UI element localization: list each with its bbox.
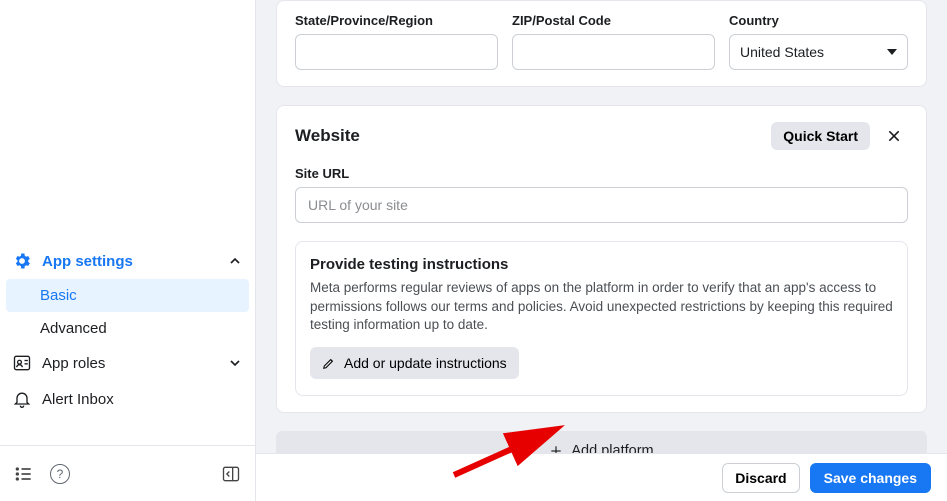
- zip-label: ZIP/Postal Code: [512, 13, 715, 28]
- state-label: State/Province/Region: [295, 13, 498, 28]
- website-card: Website Quick Start Site URL Provide tes…: [276, 105, 927, 413]
- sidebar-item-alert-inbox[interactable]: Alert Inbox: [0, 381, 255, 417]
- testing-instructions-card: Provide testing instructions Meta perfor…: [295, 241, 908, 396]
- chevron-up-icon: [227, 253, 243, 269]
- sidebar-item-label: Alert Inbox: [42, 391, 114, 408]
- sidebar: App settings Basic Advanced App roles Al…: [0, 0, 256, 501]
- country-value: United States: [740, 44, 824, 60]
- country-label: Country: [729, 13, 908, 28]
- collapse-sidebar-icon[interactable]: [221, 464, 241, 484]
- testing-title: Provide testing instructions: [310, 256, 893, 273]
- sidebar-footer: ?: [0, 445, 255, 501]
- sidebar-item-basic[interactable]: Basic: [6, 279, 249, 312]
- pencil-icon: [322, 356, 336, 370]
- bell-icon: [12, 389, 32, 409]
- sidebar-item-label: Advanced: [40, 320, 107, 337]
- state-field: State/Province/Region: [295, 13, 498, 70]
- zip-field: ZIP/Postal Code: [512, 13, 715, 70]
- country-select[interactable]: United States: [729, 34, 908, 70]
- list-icon[interactable]: [14, 464, 34, 484]
- sidebar-item-app-settings[interactable]: App settings: [0, 243, 255, 279]
- website-title: Website: [295, 126, 360, 146]
- address-card: State/Province/Region ZIP/Postal Code Co…: [276, 0, 927, 87]
- quick-start-button[interactable]: Quick Start: [771, 122, 870, 150]
- state-input[interactable]: [295, 34, 498, 70]
- gear-icon: [12, 251, 32, 271]
- caret-down-icon: [887, 49, 897, 55]
- sidebar-item-app-roles[interactable]: App roles: [0, 345, 255, 381]
- zip-input[interactable]: [512, 34, 715, 70]
- sidebar-item-label: App settings: [42, 253, 133, 270]
- footer-bar: Discard Save changes: [256, 453, 947, 501]
- site-url-input[interactable]: [295, 187, 908, 223]
- user-badge-icon: [12, 353, 32, 373]
- sidebar-item-label: Basic: [40, 287, 77, 304]
- discard-button[interactable]: Discard: [722, 463, 799, 493]
- close-website-button[interactable]: [880, 122, 908, 150]
- close-icon: [886, 128, 902, 144]
- sidebar-item-label: App roles: [42, 355, 105, 372]
- add-instructions-button[interactable]: Add or update instructions: [310, 347, 519, 379]
- country-field: Country United States: [729, 13, 908, 70]
- testing-description: Meta performs regular reviews of apps on…: [310, 279, 893, 335]
- save-changes-button[interactable]: Save changes: [810, 463, 931, 493]
- help-icon[interactable]: ?: [50, 464, 70, 484]
- add-instructions-label: Add or update instructions: [344, 355, 507, 371]
- sidebar-item-advanced[interactable]: Advanced: [0, 312, 255, 345]
- chevron-down-icon: [227, 355, 243, 371]
- site-url-label: Site URL: [295, 166, 908, 181]
- main-content: State/Province/Region ZIP/Postal Code Co…: [256, 0, 947, 501]
